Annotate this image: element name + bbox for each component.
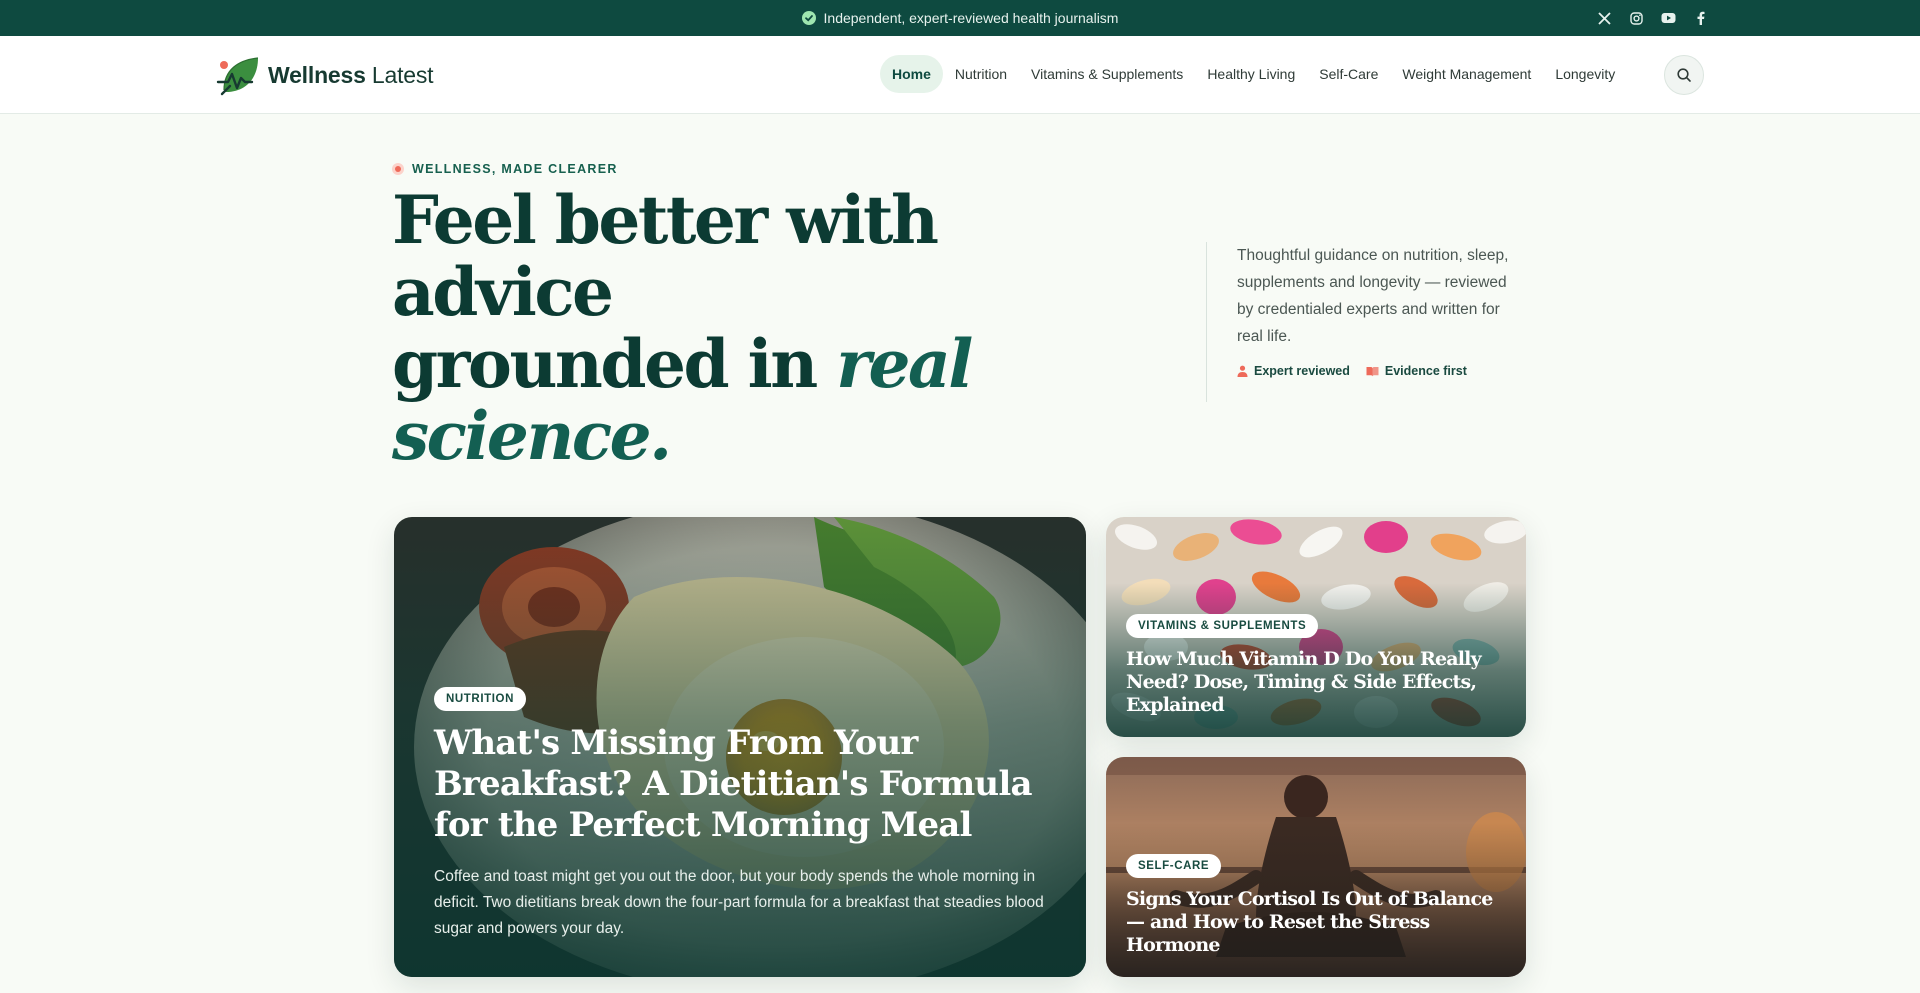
book-icon bbox=[1366, 366, 1379, 376]
trust-tags: Expert reviewed Evidence first bbox=[1237, 364, 1526, 378]
featured-content: NUTRITION What's Missing From Your Break… bbox=[434, 687, 1044, 942]
featured-title[interactable]: What's Missing From Your Breakfast? A Di… bbox=[434, 723, 1044, 846]
card-content: VITAMINS & SUPPLEMENTS How Much Vitamin … bbox=[1126, 614, 1506, 717]
nav-vitamins-supplements[interactable]: Vitamins & Supplements bbox=[1019, 55, 1195, 93]
nav-longevity[interactable]: Longevity bbox=[1543, 55, 1627, 93]
nav-healthy-living[interactable]: Healthy Living bbox=[1195, 55, 1307, 93]
category-pill[interactable]: NUTRITION bbox=[434, 687, 527, 711]
announcement: Independent, expert-reviewed health jour… bbox=[801, 10, 1119, 26]
card-title[interactable]: How Much Vitamin D Do You Really Need? D… bbox=[1126, 648, 1506, 717]
instagram-icon[interactable] bbox=[1628, 10, 1644, 26]
top-announcement-bar: Independent, expert-reviewed health jour… bbox=[0, 0, 1920, 36]
tag-expert-reviewed: Expert reviewed bbox=[1237, 364, 1350, 378]
article-card-vitamin-d[interactable]: VITAMINS & SUPPLEMENTS How Much Vitamin … bbox=[1106, 517, 1526, 737]
search-icon bbox=[1677, 68, 1691, 82]
nav-weight-management[interactable]: Weight Management bbox=[1390, 55, 1543, 93]
tag-evidence-first: Evidence first bbox=[1366, 364, 1467, 378]
main-nav: Home Nutrition Vitamins & Supplements He… bbox=[880, 55, 1627, 93]
person-icon bbox=[1237, 365, 1248, 377]
nav-nutrition[interactable]: Nutrition bbox=[943, 55, 1019, 93]
social-links bbox=[1596, 0, 1708, 36]
hero-eyebrow: WELLNESS, MADE CLEARER bbox=[392, 162, 618, 176]
nav-home[interactable]: Home bbox=[880, 55, 943, 93]
hero-headline: Feel better with advice grounded in real… bbox=[392, 181, 973, 475]
hero-lede: Thoughtful guidance on nutrition, sleep,… bbox=[1206, 242, 1526, 402]
dot-icon bbox=[392, 163, 404, 175]
leaf-pulse-icon bbox=[216, 57, 259, 96]
card-title[interactable]: Signs Your Cortisol Is Out of Balance — … bbox=[1126, 888, 1506, 957]
check-icon bbox=[801, 11, 816, 25]
category-pill[interactable]: SELF-CARE bbox=[1126, 854, 1222, 878]
logo-text: Wellness Latest bbox=[268, 61, 434, 88]
site-header: Wellness Latest Home Nutrition Vitamins … bbox=[0, 36, 1920, 114]
category-pill[interactable]: VITAMINS & SUPPLEMENTS bbox=[1126, 614, 1319, 638]
announcement-text: Independent, expert-reviewed health jour… bbox=[823, 10, 1119, 26]
x-icon[interactable] bbox=[1596, 10, 1612, 26]
youtube-icon[interactable] bbox=[1660, 10, 1676, 26]
logo[interactable]: Wellness Latest bbox=[216, 52, 434, 98]
lede-text: Thoughtful guidance on nutrition, sleep,… bbox=[1237, 247, 1509, 345]
article-card-cortisol[interactable]: SELF-CARE Signs Your Cortisol Is Out of … bbox=[1106, 757, 1526, 977]
search-button[interactable] bbox=[1664, 55, 1704, 95]
featured-article-card[interactable]: NUTRITION What's Missing From Your Break… bbox=[394, 517, 1086, 977]
card-content: SELF-CARE Signs Your Cortisol Is Out of … bbox=[1126, 854, 1506, 957]
featured-excerpt: Coffee and toast might get you out the d… bbox=[434, 868, 1044, 937]
facebook-icon[interactable] bbox=[1692, 10, 1708, 26]
nav-self-care[interactable]: Self-Care bbox=[1307, 55, 1390, 93]
